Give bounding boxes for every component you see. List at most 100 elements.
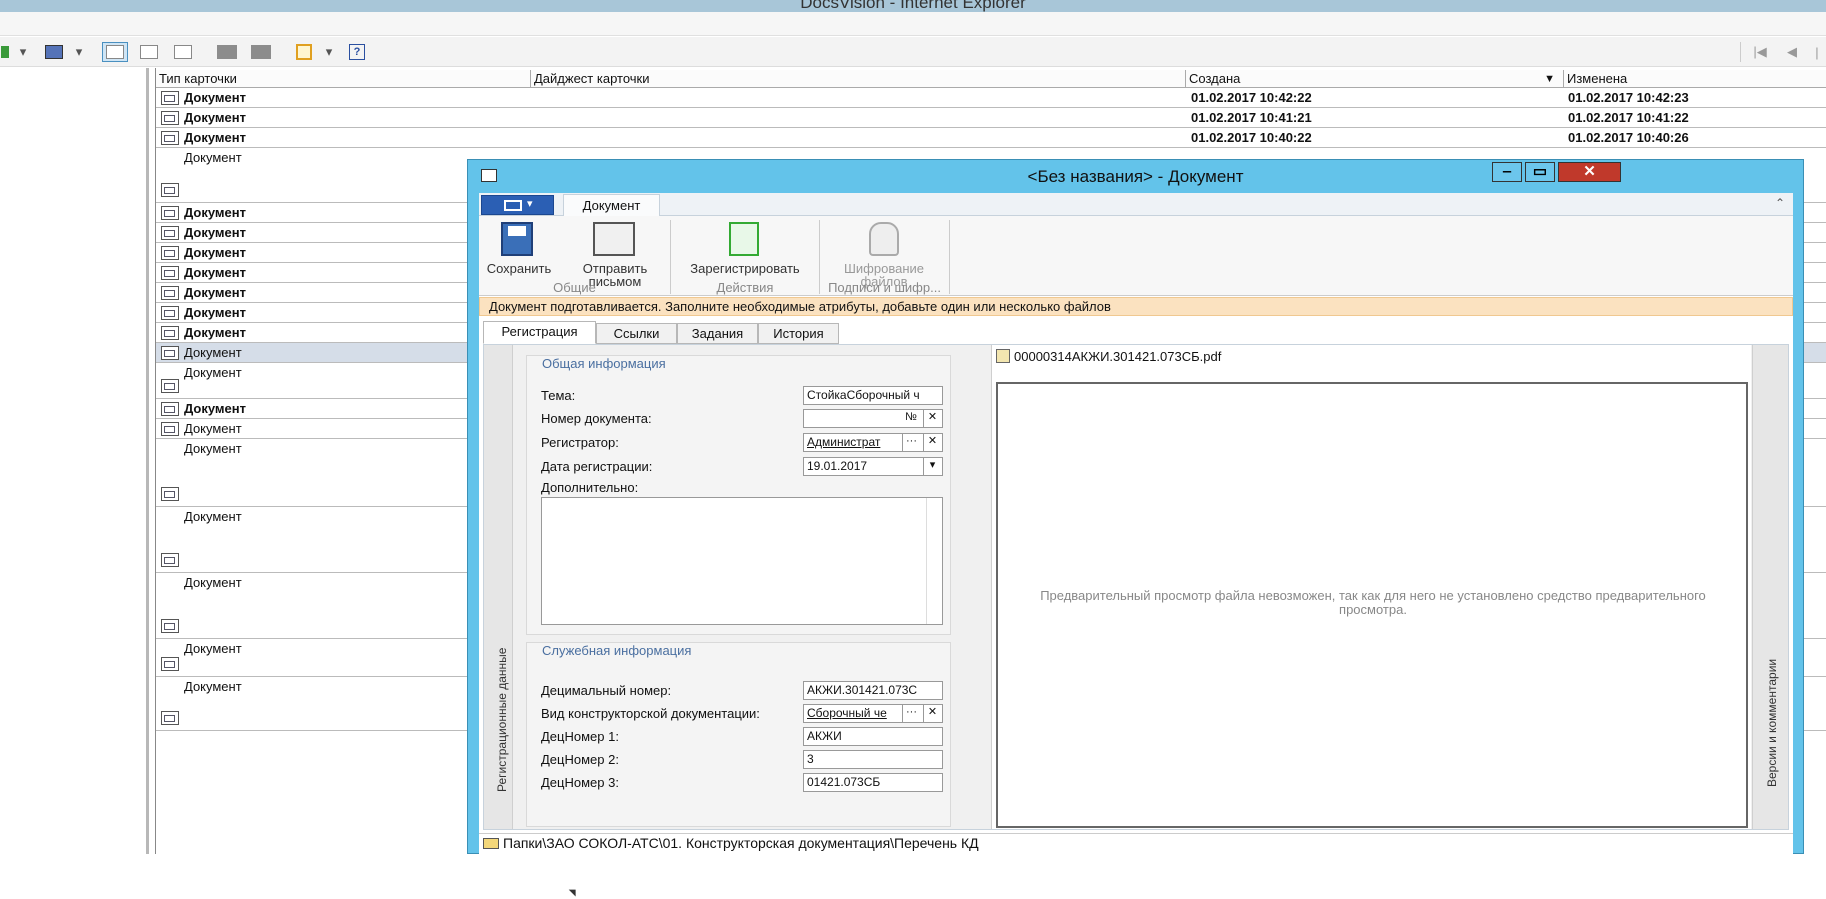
vtab-registration-data[interactable]: Регистрационные данные ◢	[484, 345, 577, 897]
group-label-signatures: Подписи и шифр...	[828, 280, 941, 295]
tab-registration[interactable]: Регистрация	[483, 321, 596, 344]
preview-message: Предварительный просмотр файла невозможе…	[1040, 588, 1706, 617]
service-info-section: Служебная информация Децимальный номер: …	[526, 642, 951, 827]
register-button[interactable]: Зарегистрировать	[675, 262, 815, 275]
registration-pane: Регистрационные данные ◢ Общая информация…	[483, 344, 1789, 897]
info-bar: Документ подготавливается. Заполните нео…	[479, 297, 1793, 316]
decimal-input[interactable]: АКЖИ.301421.073С	[803, 681, 943, 700]
dec3-input[interactable]: 01421.073СБ	[803, 773, 943, 792]
cell-changed: 01.02.2017 10:41:22	[1568, 110, 1689, 125]
file-name: 00000314АКЖИ.301421.073СБ.pdf	[1014, 349, 1222, 364]
tools-icon[interactable]	[42, 42, 66, 62]
collapse-ribbon-icon[interactable]: ⌃	[1775, 196, 1785, 210]
table-row[interactable]: Документ 01.02.2017 10:42:22 01.02.2017 10…	[156, 88, 1826, 108]
document-card-icon	[161, 111, 179, 125]
file-item[interactable]: 00000314АКЖИ.301421.073СБ.pdf	[996, 349, 1221, 364]
envelope-icon	[593, 222, 635, 256]
grid-header: Тип карточки Дайджест карточки Создана ▼ …	[156, 70, 1826, 88]
doc-number-input[interactable]: № ✕	[803, 409, 943, 428]
column-header-type[interactable]: Тип карточки	[156, 70, 531, 88]
task-icon[interactable]	[292, 42, 316, 62]
browse-icon[interactable]: ···	[902, 434, 920, 451]
cell-type: Документ	[184, 225, 246, 240]
dec2-input[interactable]: 3	[803, 750, 943, 769]
document-card-icon	[161, 402, 179, 416]
disabled-icon	[248, 42, 274, 62]
group-separator	[949, 220, 950, 294]
cell-type: Документ	[184, 325, 246, 340]
kind-value: Сборочный че	[807, 706, 887, 720]
service-info-header: Служебная информация	[542, 643, 692, 658]
topic-input[interactable]: СтойкаСборочный ч	[803, 386, 943, 405]
document-card-icon	[161, 266, 179, 280]
document-card-icon	[161, 487, 179, 501]
registrar-label: Регистратор:	[541, 435, 619, 450]
extra-textarea[interactable]	[541, 497, 943, 625]
close-button[interactable]: ✕	[1558, 162, 1621, 182]
cell-type: Документ	[184, 110, 246, 125]
prev-page-icon[interactable]: ◀	[1784, 42, 1800, 62]
cell-type: Документ	[184, 365, 242, 380]
folder-tree[interactable]	[0, 68, 149, 854]
cell-created: 01.02.2017 10:40:22	[1191, 130, 1312, 145]
first-page-icon[interactable]: |◀	[1752, 42, 1768, 62]
new-card-icon[interactable]	[0, 42, 10, 62]
number-sign-button[interactable]: №	[902, 410, 920, 427]
document-card-icon	[161, 619, 179, 633]
reg-date-label: Дата регистрации:	[541, 459, 653, 474]
document-card-icon	[161, 422, 179, 436]
clear-icon[interactable]: ✕	[923, 434, 941, 451]
chevron-down-icon[interactable]: ▾	[322, 42, 336, 62]
table-row[interactable]: Документ 01.02.2017 10:41:21 01.02.2017 10…	[156, 108, 1826, 128]
vtab-versions-label: Версии и комментарии	[1765, 658, 1779, 787]
view-preview-icon[interactable]	[136, 42, 162, 62]
browser-title: DocsVision - Internet Explorer	[800, 0, 1026, 12]
app-menu-button[interactable]: ▾	[481, 195, 554, 215]
column-header-digest[interactable]: Дайджест карточки	[531, 70, 1186, 88]
document-card-icon	[161, 379, 179, 393]
scrollbar[interactable]	[926, 498, 942, 624]
column-header-changed[interactable]: Изменена	[1564, 70, 1826, 88]
chevron-down-icon[interactable]: ▾	[923, 458, 941, 475]
view-icon[interactable]	[102, 42, 128, 62]
vtab-registration-label: Регистрационные данные	[495, 647, 509, 792]
sort-desc-icon: ▼	[1544, 73, 1555, 85]
disabled-icon	[214, 42, 240, 62]
tab-history[interactable]: История	[758, 323, 839, 344]
maximize-button[interactable]: ▭	[1525, 162, 1555, 182]
document-window: <Без названия> - Документ ‒ ▭ ✕ ▾ Докуме…	[467, 159, 1804, 897]
clear-icon[interactable]: ✕	[923, 705, 941, 722]
document-card-icon	[161, 306, 179, 320]
column-header-created[interactable]: Создана ▼	[1186, 70, 1564, 88]
menu-icon	[504, 200, 522, 211]
document-card-icon	[161, 183, 179, 197]
tab-links[interactable]: Ссылки	[596, 323, 677, 344]
minimize-button[interactable]: ‒	[1492, 162, 1522, 182]
registrar-input[interactable]: Администрат ··· ✕	[803, 433, 943, 452]
cell-created: 01.02.2017 10:41:21	[1191, 110, 1312, 125]
browse-icon[interactable]: ···	[902, 705, 920, 722]
chevron-down-icon[interactable]: ▾	[72, 42, 86, 62]
extra-label: Дополнительно:	[541, 480, 639, 495]
tab-tasks[interactable]: Задания	[677, 323, 758, 344]
group-label-common: Общие	[553, 280, 596, 295]
reg-date-input[interactable]: 19.01.2017 ▾	[803, 457, 943, 476]
dec1-input[interactable]: АКЖИ	[803, 727, 943, 746]
doc-number-label: Номер документа:	[541, 411, 652, 426]
document-card-icon	[161, 226, 179, 240]
clear-icon[interactable]: ✕	[923, 410, 941, 427]
save-button[interactable]: Сохранить	[479, 262, 559, 275]
general-info-header: Общая информация	[542, 356, 666, 371]
help-icon[interactable]: ?	[346, 42, 368, 62]
view-list-icon[interactable]	[170, 42, 196, 62]
kind-input[interactable]: Сборочный че ··· ✕	[803, 704, 943, 723]
table-row[interactable]: Документ 01.02.2017 10:40:22 01.02.2017 10…	[156, 128, 1826, 148]
ribbon-tab-document[interactable]: Документ	[563, 194, 660, 217]
cell-changed: 01.02.2017 10:40:26	[1568, 130, 1689, 145]
general-info-section: Общая информация Тема: СтойкаСборочный ч…	[526, 355, 951, 635]
group-label-actions: Действия	[716, 280, 774, 295]
chevron-down-icon[interactable]: ▾	[16, 42, 30, 62]
vtab-versions[interactable]: Версии и комментарии⌃	[1752, 345, 1788, 829]
document-card-icon	[161, 91, 179, 105]
cell-type: Документ	[184, 285, 246, 300]
